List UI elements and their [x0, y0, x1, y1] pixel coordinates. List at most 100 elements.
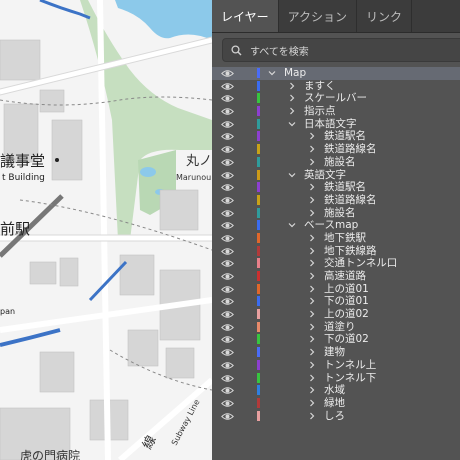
- layer-row[interactable]: 鉄道路線名: [212, 194, 460, 207]
- chevron-right-icon[interactable]: [308, 348, 316, 356]
- layer-row[interactable]: 上の道01: [212, 283, 460, 296]
- eye-icon[interactable]: [221, 361, 234, 370]
- eye-icon[interactable]: [221, 285, 234, 294]
- eye-icon[interactable]: [221, 374, 234, 383]
- layer-name: トンネル上: [324, 358, 377, 371]
- layer-row[interactable]: ベースmap: [212, 219, 460, 232]
- chevron-right-icon[interactable]: [308, 285, 316, 293]
- layer-row[interactable]: 交通トンネル口: [212, 257, 460, 270]
- layer-row[interactable]: 鉄道路線名: [212, 143, 460, 156]
- chevron-right-icon[interactable]: [308, 132, 316, 140]
- chevron-down-icon[interactable]: [288, 171, 296, 179]
- eye-icon[interactable]: [221, 297, 234, 306]
- eye-icon[interactable]: [221, 132, 234, 141]
- chevron-down-icon[interactable]: [288, 120, 296, 128]
- layer-color-swatch: [257, 232, 260, 243]
- map-label-station-en: pan: [0, 307, 15, 316]
- tab-layers[interactable]: レイヤー: [212, 0, 279, 32]
- eye-icon[interactable]: [221, 94, 234, 103]
- chevron-right-icon[interactable]: [308, 247, 316, 255]
- layer-row[interactable]: Map: [212, 67, 460, 80]
- layer-row[interactable]: 上の道02: [212, 308, 460, 321]
- layer-row[interactable]: 施設名: [212, 156, 460, 169]
- eye-icon[interactable]: [221, 145, 234, 154]
- chevron-right-icon[interactable]: [308, 374, 316, 382]
- eye-icon[interactable]: [221, 69, 234, 78]
- layer-row[interactable]: 水域: [212, 384, 460, 397]
- tab-links[interactable]: リンク: [357, 0, 413, 32]
- eye-icon[interactable]: [221, 323, 234, 332]
- chevron-right-icon[interactable]: [308, 361, 316, 369]
- chevron-right-icon[interactable]: [308, 297, 316, 305]
- layer-color-swatch: [257, 321, 260, 332]
- eye-icon[interactable]: [221, 209, 234, 218]
- layer-row[interactable]: 鉄道駅名: [212, 181, 460, 194]
- eye-icon[interactable]: [221, 183, 234, 192]
- layer-name: 上の道02: [324, 308, 369, 321]
- chevron-right-icon[interactable]: [308, 145, 316, 153]
- chevron-right-icon[interactable]: [288, 82, 296, 90]
- layer-row[interactable]: 地下鉄駅: [212, 232, 460, 245]
- layer-row[interactable]: ますく: [212, 80, 460, 93]
- eye-icon[interactable]: [221, 107, 234, 116]
- chevron-right-icon[interactable]: [288, 107, 296, 115]
- chevron-right-icon[interactable]: [308, 272, 316, 280]
- eye-icon[interactable]: [221, 386, 234, 395]
- layer-row[interactable]: 英語文字: [212, 169, 460, 182]
- layer-row[interactable]: トンネル下: [212, 372, 460, 385]
- layer-row[interactable]: 下の道02: [212, 333, 460, 346]
- eye-icon[interactable]: [221, 82, 234, 91]
- chevron-right-icon[interactable]: [308, 209, 316, 217]
- eye-icon[interactable]: [221, 234, 234, 243]
- eye-icon[interactable]: [221, 221, 234, 230]
- layer-row[interactable]: 指示点: [212, 105, 460, 118]
- eye-icon[interactable]: [221, 259, 234, 268]
- layer-row[interactable]: 建物: [212, 346, 460, 359]
- chevron-right-icon[interactable]: [308, 399, 316, 407]
- chevron-right-icon[interactable]: [308, 310, 316, 318]
- layer-row[interactable]: 緑地: [212, 397, 460, 410]
- eye-icon[interactable]: [221, 247, 234, 256]
- chevron-right-icon[interactable]: [308, 158, 316, 166]
- chevron-down-icon[interactable]: [268, 69, 276, 77]
- tab-actions[interactable]: アクション: [279, 0, 358, 32]
- chevron-right-icon[interactable]: [308, 234, 316, 242]
- eye-icon[interactable]: [221, 399, 234, 408]
- search-icon: [231, 44, 242, 55]
- layer-row[interactable]: 施設名: [212, 207, 460, 220]
- layer-row[interactable]: 下の道01: [212, 295, 460, 308]
- layer-row[interactable]: トンネル上: [212, 359, 460, 372]
- chevron-down-icon[interactable]: [288, 221, 296, 229]
- map-canvas[interactable]: 議事堂 t Building 前駅 pan 丸ノ Marunou 線 Subwa…: [0, 0, 212, 460]
- chevron-right-icon[interactable]: [308, 183, 316, 191]
- layer-row[interactable]: 日本語文字: [212, 118, 460, 131]
- eye-icon[interactable]: [221, 335, 234, 344]
- eye-icon[interactable]: [221, 412, 234, 421]
- search-input[interactable]: すべてを検索: [222, 38, 460, 62]
- eye-icon[interactable]: [221, 171, 234, 180]
- chevron-right-icon[interactable]: [308, 335, 316, 343]
- layer-color-swatch: [257, 347, 260, 358]
- eye-icon[interactable]: [221, 120, 234, 129]
- chevron-right-icon[interactable]: [308, 196, 316, 204]
- eye-icon[interactable]: [221, 310, 234, 319]
- layer-row[interactable]: 高速道路: [212, 270, 460, 283]
- layer-row[interactable]: 道塗り: [212, 321, 460, 334]
- chevron-right-icon[interactable]: [288, 94, 296, 102]
- chevron-right-icon[interactable]: [308, 323, 316, 331]
- layer-name: 交通トンネル口: [324, 257, 398, 270]
- chevron-right-icon[interactable]: [308, 412, 316, 420]
- layer-color-swatch: [257, 245, 260, 256]
- layer-row[interactable]: しろ: [212, 410, 460, 423]
- chevron-right-icon[interactable]: [308, 386, 316, 394]
- chevron-right-icon[interactable]: [308, 259, 316, 267]
- eye-icon[interactable]: [221, 348, 234, 357]
- layer-row[interactable]: スケールバー: [212, 92, 460, 105]
- eye-icon[interactable]: [221, 196, 234, 205]
- eye-icon[interactable]: [221, 272, 234, 281]
- layer-name: 日本語文字: [304, 117, 357, 130]
- layer-row[interactable]: 鉄道駅名: [212, 130, 460, 143]
- layer-row[interactable]: 地下鉄線路: [212, 245, 460, 258]
- layer-name: スケールバー: [304, 92, 367, 105]
- eye-icon[interactable]: [221, 158, 234, 167]
